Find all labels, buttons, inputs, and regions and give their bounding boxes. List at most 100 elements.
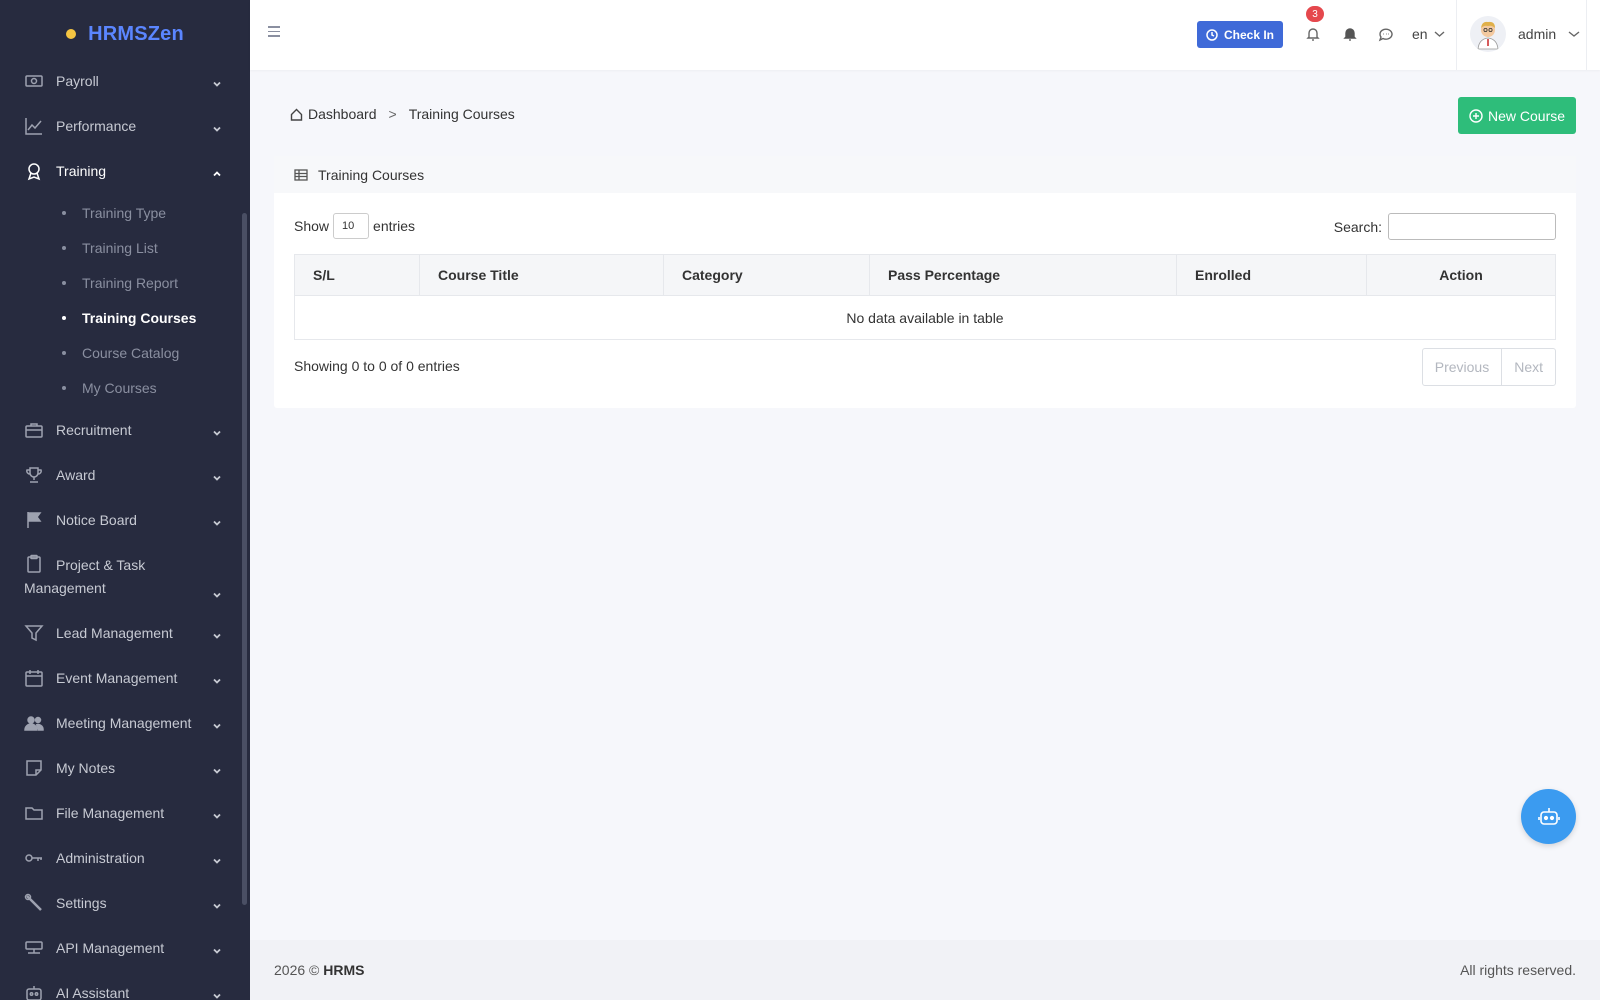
sidebar-subitem-my-courses[interactable]: My Courses [0, 370, 250, 405]
sidebar-item-label: Award [56, 466, 96, 483]
sidebar-item-label: AI Assistant [56, 984, 130, 1000]
sidebar-item-settings[interactable]: Settings [0, 880, 250, 925]
search-label: Search: [1333, 218, 1382, 235]
sidebar-item-my-notes[interactable]: My Notes [0, 745, 250, 790]
sidebar-item-project-task-management[interactable]: Project & Task Management [0, 542, 250, 610]
sidebar-item-performance[interactable]: Performance [0, 103, 250, 148]
training-courses-card: Training Courses Show 10 entries Search:… [274, 156, 1576, 408]
sidebar-item-label: API Management [56, 939, 165, 956]
column-header-category[interactable]: Category [663, 254, 870, 296]
funnel-icon [24, 623, 44, 643]
chevron-down-icon [212, 121, 222, 132]
sidebar-item-api-management[interactable]: API Management [0, 925, 250, 970]
sidebar-item-recruitment[interactable]: Recruitment [0, 407, 250, 452]
sidebar-item-ai-assistant[interactable]: AI Assistant [0, 970, 250, 1000]
sidebar-item-label: Meeting Management [56, 714, 192, 731]
sidebar-item-label: Event Management [56, 669, 178, 686]
sidebar-subitem-course-catalog[interactable]: Course Catalog [0, 335, 250, 370]
sidebar-item-administration[interactable]: Administration [0, 835, 250, 880]
sidebar-subitem-label: Training Courses [82, 309, 197, 326]
column-header-pass-percentage[interactable]: Pass Percentage [869, 254, 1177, 296]
chevron-down-icon [212, 943, 222, 954]
chevron-down-icon [212, 628, 222, 639]
notification-bell-icon[interactable] [1305, 26, 1321, 42]
sidebar-item-label: Payroll [56, 72, 99, 89]
breadcrumb: Dashboard > Training Courses [290, 106, 515, 122]
chevron-down-icon [212, 763, 222, 774]
training-submenu: Training Type Training List Training Rep… [0, 193, 250, 407]
ai-assistant-fab[interactable] [1521, 789, 1576, 844]
new-course-label: New Course [1487, 107, 1566, 124]
divider [1586, 0, 1587, 70]
avatar [1470, 16, 1506, 52]
sidebar-subitem-training-list[interactable]: Training List [0, 230, 250, 265]
sidebar-subitem-training-report[interactable]: Training Report [0, 265, 250, 300]
sidebar-item-label: Training [56, 162, 107, 179]
chevron-down-icon [212, 584, 222, 598]
check-in-button[interactable]: Check In [1197, 21, 1284, 48]
chevron-down-icon [212, 76, 222, 87]
award-icon [24, 161, 44, 181]
chevron-up-icon [212, 166, 222, 176]
chart-line-icon [24, 116, 44, 136]
sidebar-item-file-management[interactable]: File Management [0, 790, 250, 835]
chevron-down-icon [1434, 31, 1445, 37]
sidebar-item-meeting-management[interactable]: Meeting Management [0, 700, 250, 745]
footer: 2026 © HRMS All rights reserved. [250, 940, 1600, 1000]
bullet-icon [62, 350, 66, 355]
column-header-course-title[interactable]: Course Title [419, 254, 664, 296]
chevron-down-icon [212, 898, 222, 909]
new-course-button[interactable]: New Course [1458, 97, 1576, 134]
sidebar-item-event-management[interactable]: Event Management [0, 655, 250, 700]
table-icon [294, 168, 308, 181]
user-menu[interactable]: admin [1470, 15, 1580, 53]
chevron-down-icon [1568, 31, 1580, 37]
check-in-label: Check In [1224, 27, 1275, 42]
notification-count-badge: 3 [1306, 6, 1324, 22]
sidebar-item-label: Performance [56, 117, 137, 134]
column-header-action[interactable]: Action [1366, 254, 1556, 296]
page-length-select[interactable]: 10 [333, 213, 370, 239]
show-label: Show [294, 218, 330, 234]
sidebar-item-lead-management[interactable]: Lead Management [0, 610, 250, 655]
brand-dot-icon [66, 29, 77, 39]
chevron-down-icon [212, 853, 222, 864]
table-info: Showing 0 to 0 of 0 entries [294, 358, 460, 374]
courses-table: S/L Course Title Category Pass Percentag… [294, 254, 1556, 340]
sidebar-item-award[interactable]: Award [0, 452, 250, 497]
sidebar-subitem-training-courses[interactable]: Training Courses [0, 300, 250, 335]
breadcrumb-home-link[interactable]: Dashboard [290, 106, 377, 122]
pagination: Previous Next [1421, 348, 1556, 386]
column-header-sl[interactable]: S/L [294, 254, 420, 296]
chevron-down-icon [212, 808, 222, 819]
api-icon [24, 938, 44, 958]
chevron-down-icon [212, 425, 222, 436]
flag-icon [24, 510, 44, 530]
sidebar-item-payroll[interactable]: Payroll [0, 58, 250, 103]
wrench-icon [24, 893, 44, 913]
robot-icon [24, 983, 44, 1000]
column-header-enrolled[interactable]: Enrolled [1176, 254, 1367, 296]
menu-toggle-icon[interactable] [268, 26, 282, 40]
card-title: Training Courses [318, 166, 425, 183]
alert-bell-icon[interactable] [1342, 26, 1358, 42]
bullet-icon [62, 385, 66, 390]
money-icon [24, 71, 44, 91]
table-header-row: S/L Course Title Category Pass Percentag… [294, 254, 1556, 296]
search-input[interactable] [1388, 213, 1556, 240]
sidebar-item-label: Lead Management [56, 624, 173, 641]
sidebar-item-training[interactable]: Training [0, 148, 250, 193]
bullet-icon [62, 315, 66, 320]
sidebar-scrollbar[interactable] [242, 213, 247, 905]
next-page-button[interactable]: Next [1501, 349, 1555, 385]
robot-icon [1537, 807, 1560, 825]
previous-page-button[interactable]: Previous [1423, 349, 1501, 385]
sidebar-subitem-training-type[interactable]: Training Type [0, 195, 250, 230]
chevron-down-icon [212, 718, 222, 729]
clock-icon [1206, 28, 1218, 41]
chevron-down-icon [212, 988, 222, 999]
language-select[interactable]: en [1412, 26, 1445, 42]
chat-icon[interactable] [1378, 26, 1394, 42]
plus-circle-icon [1469, 108, 1483, 123]
sidebar-item-notice-board[interactable]: Notice Board [0, 497, 250, 542]
